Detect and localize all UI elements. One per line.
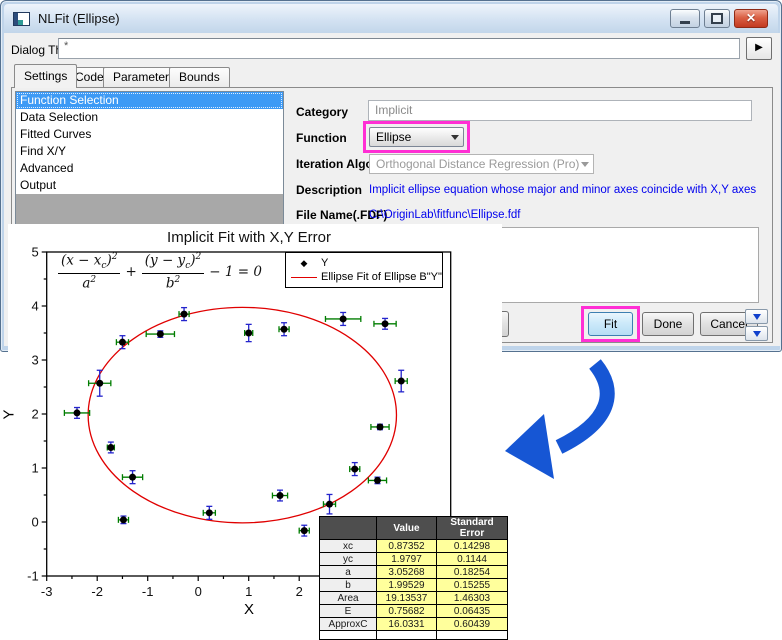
sidebar-item-fitted-curves[interactable]: Fitted Curves [16,126,283,143]
file-name-value: C:\OriginLab\fitfunc\Ellipse.fdf [369,209,521,221]
table-row: xc 0.87352 0.14298 [319,539,508,553]
tab-settings[interactable]: Settings [14,64,78,88]
sidebar-item-data-selection[interactable]: Data Selection [16,109,283,126]
table-header-stderr: Standard Error [436,516,508,540]
table-row: Area 19.13537 1.46303 [319,591,508,605]
dialog-theme-input[interactable]: * [58,38,740,59]
maximize-icon [711,13,723,24]
iteration-algorithm-dropdown[interactable]: Orthogonal Distance Regression (Pro) [369,154,594,174]
svg-text:0: 0 [31,515,38,530]
close-icon: ✕ [745,11,757,25]
title-bar[interactable]: NLFit (Ellipse) ✕ [4,4,778,33]
svg-text:1: 1 [31,461,38,476]
fit-equation: (x − xc)2 a2 + (y − yc)2 b2 − 1 = 0 [58,252,262,292]
roll-down-button-1[interactable] [745,309,768,324]
sidebar-item-output[interactable]: Output [16,177,283,194]
svg-text:0: 0 [195,584,202,599]
table-header-blank [319,516,377,540]
legend-fit-line-icon [291,276,317,278]
svg-text:3: 3 [31,353,38,368]
svg-text:2: 2 [296,584,303,599]
table-row: b 1.99529 0.15255 [319,578,508,592]
app-icon [13,11,30,26]
table-row: a 3.05268 0.18254 [319,565,508,579]
svg-text:4: 4 [31,299,38,314]
legend-diamond-marker-icon: ◆ [300,257,308,268]
table-row: E 0.75682 0.06435 [319,604,508,618]
maximize-button[interactable] [704,9,730,28]
legend-fit-label: Ellipse Fit of Ellipse B"Y" [321,271,442,283]
tab-bounds[interactable]: Bounds [169,67,230,87]
table-spacer-row [319,630,508,640]
fit-results-table: Value Standard Error xc 0.87352 0.14298 … [319,516,508,640]
chevron-down-icon [581,162,589,171]
svg-text:-3: -3 [41,584,53,599]
sidebar-item-function-selection[interactable]: Function Selection [16,92,283,109]
description-label: Description [296,183,363,197]
function-label: Function [296,131,347,145]
minimize-icon [680,20,690,24]
function-highlight-ring [363,121,470,153]
blue-curved-arrow-icon [505,359,615,479]
iteration-algorithm-value: Orthogonal Distance Regression (Pro) [376,157,580,171]
triangle-down-icon [752,314,761,324]
svg-text:-1: -1 [27,569,39,584]
minimize-button[interactable] [670,9,700,28]
dialog-theme-expand-button[interactable]: ▶ [746,37,772,60]
svg-text:2: 2 [31,407,38,422]
sidebar-item-find-xy[interactable]: Find X/Y [16,143,283,160]
close-button[interactable]: ✕ [734,9,768,28]
svg-text:5: 5 [31,245,38,260]
fit-highlight-ring [581,306,640,342]
triangle-down-icon [752,331,761,341]
category-label: Category [296,105,349,119]
table-row: yc 1.9797 0.1144 [319,552,508,566]
svg-text:1: 1 [245,584,252,599]
svg-text:-2: -2 [91,584,103,599]
y-axis-title: Y [0,409,18,420]
table-header-value: Value [376,516,437,540]
sidebar-item-advanced[interactable]: Advanced [16,160,283,177]
description-value: Implicit ellipse equation whose major an… [369,184,757,196]
category-field[interactable]: Implicit [368,100,752,121]
chart-legend: ◆ Y Ellipse Fit of Ellipse B"Y" [285,252,443,288]
roll-down-button-2[interactable] [745,326,768,341]
done-button[interactable]: Done [642,312,694,336]
page: NLFit (Ellipse) ✕ Dialog Theme * ▶ Setti… [0,0,782,640]
svg-text:-1: -1 [142,584,154,599]
table-row: ApproxC 16.0331 0.60439 [319,617,508,631]
legend-series-label: Y [321,257,329,269]
window-title: NLFit (Ellipse) [38,11,120,26]
